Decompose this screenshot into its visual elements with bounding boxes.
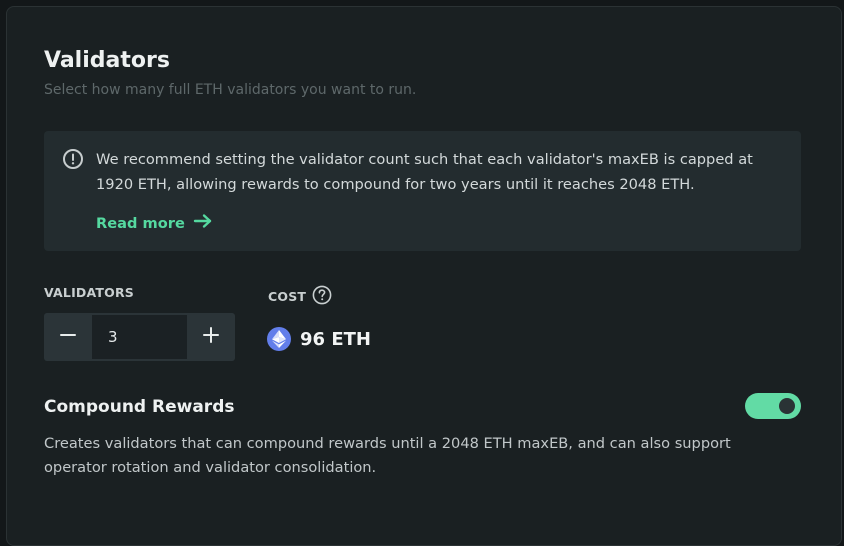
read-more-label: Read more (96, 214, 185, 232)
notice-text: We recommend setting the validator count… (96, 151, 753, 193)
compound-rewards-toggle[interactable] (745, 393, 801, 419)
cost-label-group: COST (268, 285, 332, 308)
decrement-button[interactable] (44, 313, 92, 361)
compound-rewards-title: Compound Rewards (44, 397, 235, 417)
validators-label: VALIDATORS (44, 285, 134, 300)
read-more-link[interactable]: Read more (96, 213, 213, 233)
toggle-knob (779, 398, 795, 414)
validator-count-stepper (44, 313, 235, 361)
alert-circle-icon (62, 148, 84, 170)
validator-count-input[interactable] (92, 315, 187, 359)
plus-icon (203, 327, 219, 347)
cost-value: 96 ETH (300, 328, 371, 350)
cost-value-group: 96 ETH (267, 327, 371, 351)
cost-label: COST (268, 289, 307, 304)
arrow-right-icon (193, 213, 213, 233)
page-title: Validators (44, 48, 170, 73)
compound-rewards-description: Creates validators that can compound rew… (44, 435, 731, 476)
increment-button[interactable] (187, 313, 235, 361)
ethereum-icon (267, 327, 291, 351)
question-circle-icon[interactable] (312, 285, 332, 308)
recommendation-notice: We recommend setting the validator count… (44, 131, 801, 251)
minus-icon (60, 327, 76, 347)
page-subtitle: Select how many full ETH validators you … (44, 82, 417, 98)
